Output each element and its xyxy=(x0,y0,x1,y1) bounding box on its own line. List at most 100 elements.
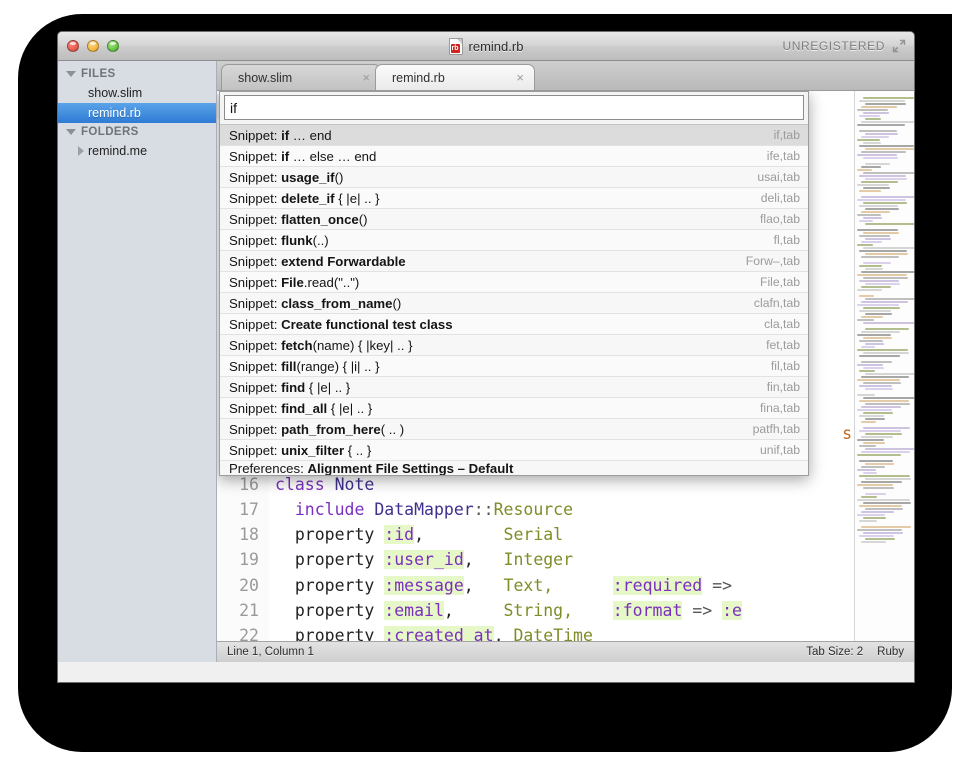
sidebar-item-show-slim[interactable]: show.slim xyxy=(58,83,216,103)
tab-label: show.slim xyxy=(238,71,348,85)
minimap-line xyxy=(863,232,899,234)
minimap-line xyxy=(857,529,902,531)
autocomplete-item-label: Snippet: extend Forwardable xyxy=(229,254,406,269)
autocomplete-item-label: Snippet: path_from_here( .. ) xyxy=(229,422,404,437)
minimap-line xyxy=(859,280,899,282)
minimap-line xyxy=(865,223,914,225)
autocomplete-item[interactable]: Snippet: delete_if { |e| .. }deli,tab xyxy=(220,188,808,209)
autocomplete-item-label: Snippet: class_from_name() xyxy=(229,296,401,311)
minimap-line xyxy=(861,511,894,513)
autocomplete-item[interactable]: Snippet: fetch(name) { |key| .. }fet,tab xyxy=(220,335,808,356)
code-editor[interactable]: 1re2re3re4re5re67se8en910#11#12#1314Das1… xyxy=(217,91,914,641)
autocomplete-item[interactable]: Snippet: unix_filter { .. }unif,tab xyxy=(220,440,808,461)
minimap-line xyxy=(859,295,874,297)
language-mode-label[interactable]: Ruby xyxy=(877,646,904,658)
minimap-line xyxy=(861,196,914,198)
code-minimap[interactable] xyxy=(854,91,914,641)
autocomplete-item[interactable]: Snippet: find_all { |e| .. }fina,tab xyxy=(220,398,808,419)
close-icon[interactable]: × xyxy=(516,71,524,84)
autocomplete-item[interactable]: Snippet: usage_if()usai,tab xyxy=(220,167,808,188)
minimap-line xyxy=(861,211,890,213)
minimap-line xyxy=(859,460,893,462)
minimap-line xyxy=(863,397,914,399)
autocomplete-list[interactable]: Snippet: if … endif,tabSnippet: if … els… xyxy=(220,124,808,475)
close-icon[interactable]: × xyxy=(362,71,370,84)
minimap-line xyxy=(857,439,884,441)
minimap-line xyxy=(861,181,898,183)
editor-tabbar: show.slim × remind.rb × xyxy=(217,61,914,91)
autocomplete-item[interactable]: Snippet: File.read("..")File,tab xyxy=(220,272,808,293)
code-line: 17 include DataMapper::Resource xyxy=(217,497,854,522)
minimap-line xyxy=(859,535,894,537)
minimap-line xyxy=(865,238,891,240)
minimap-line xyxy=(861,406,901,408)
autocomplete-item-label: Snippet: unix_filter { .. } xyxy=(229,443,371,458)
code-line-text: property :message, Text, :required => xyxy=(269,573,732,598)
minimap-line xyxy=(861,331,900,333)
application-window: rb remind.rb UNREGISTERED FILES xyxy=(57,31,915,683)
sidebar-item-remind-me[interactable]: remind.me xyxy=(58,141,216,161)
autocomplete-item-label: Snippet: if … else … end xyxy=(229,149,376,164)
code-line-text: property :user_id, Integer xyxy=(269,547,573,572)
minimap-line xyxy=(859,175,906,177)
window-titlebar: rb remind.rb UNREGISTERED xyxy=(58,32,914,61)
minimap-line xyxy=(865,478,911,480)
line-number: 19 xyxy=(217,547,269,572)
autocomplete-item[interactable]: Snippet: Create functional test class cla… xyxy=(220,314,808,335)
minimap-line xyxy=(857,349,908,351)
autocomplete-item[interactable]: Snippet: flunk(..)fl,tab xyxy=(220,230,808,251)
tab-size-label[interactable]: Tab Size: 2 xyxy=(806,646,863,658)
autocomplete-item-label: Snippet: fetch(name) { |key| .. } xyxy=(229,338,413,353)
status-bar-right: Tab Size: 2 Ruby xyxy=(806,646,904,658)
minimap-line xyxy=(859,385,892,387)
minimap-line xyxy=(857,304,899,306)
code-line-text: property :created_at, DateTime xyxy=(269,623,593,641)
autocomplete-item-label: Snippet: Create functional test class xyxy=(229,317,453,332)
autocomplete-item[interactable]: Snippet: path_from_here( .. )patfh,tab xyxy=(220,419,808,440)
autocomplete-item[interactable]: Snippet: flatten_once()flao,tab xyxy=(220,209,808,230)
autocomplete-item-trigger: fil,tab xyxy=(753,359,800,373)
triangle-down-icon xyxy=(66,129,76,135)
autocomplete-item[interactable]: Snippet: if … else … endife,tab xyxy=(220,146,808,167)
minimap-line xyxy=(861,271,914,273)
tab-show-slim[interactable]: show.slim × xyxy=(221,64,381,90)
code-line-text: property :id, Serial xyxy=(269,522,563,547)
zoom-window-button[interactable] xyxy=(107,40,119,52)
autocomplete-item-trigger: flao,tab xyxy=(742,212,800,226)
minimize-window-button[interactable] xyxy=(87,40,99,52)
file-sidebar: FILES show.slim remind.rb FOLDERS remind… xyxy=(58,61,217,662)
autocomplete-item[interactable]: Snippet: extend ForwardableForw–,tab xyxy=(220,251,808,272)
minimap-line xyxy=(861,466,885,468)
fullscreen-icon[interactable] xyxy=(892,39,906,53)
minimap-line xyxy=(861,151,906,153)
unregistered-badge: UNREGISTERED xyxy=(782,39,885,53)
autocomplete-item-trigger: File,tab xyxy=(742,275,800,289)
minimap-line xyxy=(857,469,876,471)
autocomplete-popup[interactable]: Snippet: if … endif,tabSnippet: if … els… xyxy=(219,91,809,476)
autocomplete-item[interactable]: Snippet: class_from_name()clafn,tab xyxy=(220,293,808,314)
minimap-line xyxy=(863,532,903,534)
sidebar-item-remind-rb[interactable]: remind.rb xyxy=(58,103,216,123)
minimap-line xyxy=(865,133,898,135)
sidebar-group-files[interactable]: FILES xyxy=(58,65,216,83)
minimap-line xyxy=(861,346,875,348)
autocomplete-item-label: Snippet: fill(range) { |i| .. } xyxy=(229,359,380,374)
code-line: 21 property :email, String, :format => :… xyxy=(217,598,854,623)
sidebar-item-label: remind.me xyxy=(88,144,147,158)
autocomplete-input[interactable] xyxy=(224,95,804,120)
minimap-line xyxy=(863,307,900,309)
autocomplete-item-trigger: fl,tab xyxy=(756,233,800,247)
tab-remind-rb[interactable]: remind.rb × xyxy=(375,64,535,90)
triangle-right-icon[interactable] xyxy=(78,146,84,156)
minimap-line xyxy=(857,499,910,501)
minimap-line xyxy=(859,445,876,447)
close-window-button[interactable] xyxy=(67,40,79,52)
autocomplete-item[interactable]: Snippet: if … endif,tab xyxy=(220,125,808,146)
autocomplete-item[interactable]: Preferences: Alignment File Settings – D… xyxy=(220,461,808,475)
autocomplete-item[interactable]: Snippet: fill(range) { |i| .. } fil,tab xyxy=(220,356,808,377)
minimap-line xyxy=(857,289,882,291)
autocomplete-item-trigger: cla,tab xyxy=(746,317,800,331)
window-title: remind.rb xyxy=(469,39,524,54)
autocomplete-item[interactable]: Snippet: find { |e| .. }fin,tab xyxy=(220,377,808,398)
sidebar-group-folders[interactable]: FOLDERS xyxy=(58,123,216,141)
